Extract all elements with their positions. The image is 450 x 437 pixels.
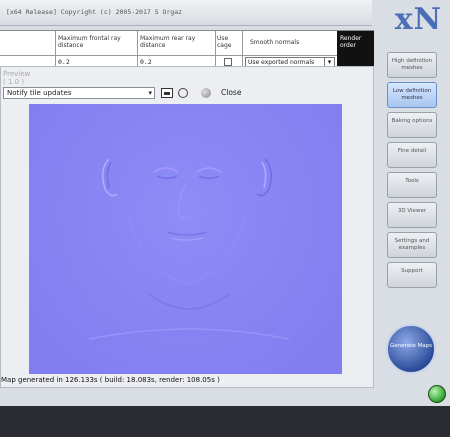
grid-divider xyxy=(0,55,374,56)
notify-select[interactable]: Notify tile updates ▾ xyxy=(3,87,155,99)
app-window: [x64 Release] Copyright (c) 2005-2017 S … xyxy=(0,0,450,437)
notify-select-value: Notify tile updates xyxy=(7,89,72,97)
support-button[interactable]: Support xyxy=(387,262,437,288)
front-distance-cell[interactable]: 0.2 xyxy=(58,58,70,66)
button-label: Support xyxy=(401,268,423,274)
button-label: High definition meshes xyxy=(391,58,433,71)
low-definition-meshes-button[interactable]: Low definition meshes xyxy=(387,82,437,108)
col-header-rear[interactable]: Maximum rear ray distance xyxy=(140,35,214,49)
mesh-settings-grid: Maximum frontal ray distance Maximum rea… xyxy=(0,30,374,69)
sphere-icon[interactable] xyxy=(201,88,211,98)
generate-maps-button[interactable]: Generate Maps xyxy=(386,324,436,374)
col-header-render-order[interactable]: Render order xyxy=(337,31,374,69)
button-label: Settings and examples xyxy=(394,238,430,251)
col-header-cage[interactable]: Use cage xyxy=(217,35,241,49)
use-cage-checkbox[interactable] xyxy=(224,58,232,66)
fine-detail-button[interactable]: Fine detail xyxy=(387,142,437,168)
3d-viewer-button[interactable]: 3D Viewer xyxy=(387,202,437,228)
grid-divider xyxy=(215,31,216,69)
normal-map-image xyxy=(29,104,342,374)
baking-options-button[interactable]: Baking options xyxy=(387,112,437,138)
preview-title-text: Preview ( 1.0 ) xyxy=(3,70,31,86)
button-label: Low definition meshes xyxy=(392,88,432,101)
xnormal-logo: xN xyxy=(394,2,442,37)
settings-and-examples-button[interactable]: Settings and examples xyxy=(387,232,437,258)
preview-window: Preview ( 1.0 ) Notify tile updates ▾ Cl… xyxy=(0,66,374,388)
preview-toolbar: Notify tile updates ▾ Close xyxy=(1,85,373,101)
grid-divider xyxy=(137,31,138,69)
rear-distance-cell[interactable]: 0.2 xyxy=(140,58,152,66)
button-label: Tools xyxy=(405,178,419,184)
col-header-smooth[interactable]: Smooth normals xyxy=(250,39,330,46)
high-definition-meshes-button[interactable]: High definition meshes xyxy=(387,52,437,78)
title-bar: [x64 Release] Copyright (c) 2005-2017 S … xyxy=(0,0,372,26)
window-title: [x64 Release] Copyright (c) 2005-2017 S … xyxy=(6,8,183,16)
grid-divider xyxy=(55,31,56,69)
chevron-down-icon: ▾ xyxy=(148,89,152,97)
smooth-normals-value: Use exported normals xyxy=(248,59,315,66)
image-view-icon[interactable] xyxy=(161,88,173,98)
tools-button[interactable]: Tools xyxy=(387,172,437,198)
button-label: Fine detail xyxy=(397,148,427,154)
grid-divider xyxy=(242,31,243,69)
taskbar xyxy=(0,406,450,437)
button-label: 3D Viewer xyxy=(397,208,427,214)
col-header-front[interactable]: Maximum frontal ray distance xyxy=(58,35,136,49)
status-text: Map generated in 126.133s ( build: 18.08… xyxy=(1,376,220,384)
face-relief xyxy=(88,158,290,340)
button-label: Baking options xyxy=(391,118,433,124)
close-button[interactable]: Close xyxy=(221,88,241,97)
status-light-icon xyxy=(428,385,446,403)
circle-icon[interactable] xyxy=(178,88,188,98)
